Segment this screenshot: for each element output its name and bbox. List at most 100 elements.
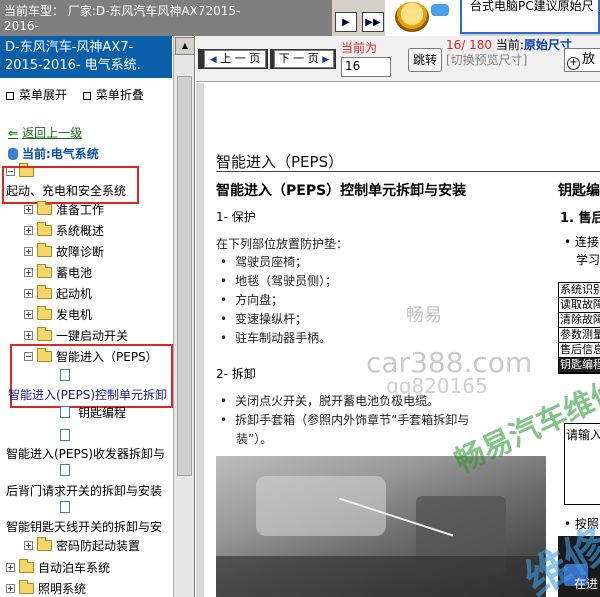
expand-menu-button[interactable]: 菜单展开 — [6, 88, 67, 102]
car-model-info: 当前车型： 厂家:D-东风汽车风神AX72015- 2016- — [0, 0, 332, 36]
bullet-item: 变速操纵杆； — [220, 310, 307, 327]
tree-item-immobilizer[interactable]: + 密码防起动装置 — [24, 536, 140, 554]
tree-item-label: 智能进入(PEPS)收发器拆卸与 — [6, 446, 166, 461]
tree-item-label: 发电机 — [56, 307, 93, 322]
viewer-toolbar: ◀ 上 一 页 下 一 页 ▶ 当前为 16 跳转 16/ 180 当前:原始尺… — [196, 36, 600, 82]
triangle-left-icon: ◀ — [209, 55, 217, 65]
next-page-button[interactable]: 下 一 页 ▶ — [274, 50, 334, 68]
tree-item-key-programming[interactable]: 钥匙编程 — [60, 403, 126, 421]
folder-icon — [37, 263, 52, 278]
tree-item-label: 一键启动开关 — [56, 328, 129, 343]
top-bar: 当前车型： 厂家:D-东风汽车风神AX72015- 2016- ▶ ▶▶ 台式电… — [0, 0, 600, 36]
menu-toggle-row: 菜单展开 菜单折叠 — [6, 86, 144, 103]
tree-doc-icon-row — [60, 498, 74, 516]
glovebox-photo — [216, 456, 546, 597]
tree-item-label: 起动机 — [56, 286, 93, 301]
mode-label: 当前: — [495, 38, 524, 52]
document-icon — [60, 464, 70, 476]
back-link-label: 返回上一级 — [22, 126, 83, 140]
plus-icon: + — [24, 309, 33, 319]
tree-item-label: 密码防起动装置 — [56, 538, 141, 553]
folder-icon — [37, 305, 52, 320]
title-divider — [216, 171, 600, 172]
zoom-plus-icon: + — [567, 57, 580, 70]
tree-item-peps-control-unit[interactable]: 智能进入(PEPS)控制单元拆卸 — [8, 385, 167, 403]
tree-item-label: 蓄电池 — [56, 265, 93, 280]
zoom-button[interactable]: + 放 — [564, 48, 600, 72]
hint-banner: 台式电脑PC建议原始尺 — [460, 0, 600, 34]
tree-item-label: 故障诊断 — [56, 244, 105, 259]
tree-doc-icon-row — [60, 461, 74, 479]
scroll-up-icon[interactable]: ▲ — [175, 37, 194, 55]
tree-doc-icon-row — [60, 366, 74, 384]
tree-item-starter[interactable]: + 起动机 — [24, 284, 92, 302]
table-row: 读取故障 — [559, 298, 600, 313]
switch-preview-link[interactable]: [切换预览尺寸] — [446, 53, 572, 68]
mascot-face-icon — [395, 2, 429, 32]
folder-icon — [37, 221, 52, 236]
plus-icon: + — [24, 330, 33, 340]
tree-item-antenna-switch[interactable]: 智能钥匙天线开关的拆卸与安 — [6, 517, 162, 535]
tree-item-diagnosis[interactable]: + 故障诊断 — [24, 242, 104, 260]
tree-item-start-switch[interactable]: + 一键启动开关 — [24, 326, 128, 344]
prev-page-button[interactable]: ◀ 上 一 页 — [204, 50, 266, 68]
prev-page-label: 上 一 页 — [220, 52, 261, 65]
document-icon — [60, 501, 70, 513]
section-removal: 2- 拆卸 — [216, 367, 256, 381]
tree-item-battery[interactable]: + 蓄电池 — [24, 263, 92, 281]
tree-item-overview[interactable]: + 系统概述 — [24, 221, 104, 239]
checkbox-square-icon — [6, 91, 14, 100]
folder-icon — [37, 536, 52, 551]
car-model-line1: 当前车型： 厂家:D-东风汽车风神AX72015- — [4, 4, 241, 18]
right-bullet-cont: 学习 — [576, 253, 600, 267]
bullet-item: 驻车制动器手柄。 — [220, 329, 331, 346]
bullet-continuation: 装”）。 — [236, 432, 273, 446]
sidebar-header: D-东风汽车-风神AX7- 2015-2016- 电气系统. — [0, 36, 172, 78]
folder-icon — [19, 558, 34, 573]
tree-item-tailgate-switch[interactable]: 后背门请求开关的拆卸与安装 — [6, 481, 162, 499]
triangle-right-icon: ▶ — [322, 55, 330, 65]
diagnostic-menu-table: 系统识别 读取故障 清除故障 参数测量 售后信息 钥匙编程 — [558, 282, 600, 374]
expand-menu-label: 菜单展开 — [19, 88, 68, 102]
jump-button[interactable]: 跳转 — [408, 48, 442, 72]
next-page-label: 下 一 页 — [278, 52, 319, 65]
tree-item-label: 智能钥匙天线开关的拆卸与安 — [6, 519, 163, 534]
watermark: qq820165 — [386, 374, 488, 398]
sidebar-header-line2: 2015-2016- 电气系统. — [5, 58, 141, 73]
document-icon — [60, 406, 70, 418]
highlight-box — [2, 166, 139, 204]
page-count: 16/ 180 — [446, 38, 493, 52]
tree-item-auto-parking[interactable]: + 自动泊车系统 — [6, 558, 110, 576]
plus-icon: + — [24, 288, 33, 298]
doc-heading: 智能进入（PEPS）控制单元拆卸与安装 — [216, 183, 467, 199]
fast-forward-icon[interactable]: ▶▶ — [362, 12, 384, 32]
play-right-icon[interactable]: ▶ — [335, 12, 357, 32]
document-view: 智能进入（PEPS） 智能进入（PEPS）控制单元拆卸与安装 钥匙编 1- 保护… — [196, 83, 600, 597]
bullet-item: 拆卸手套箱（参照内外饰章节“手套箱拆卸与 — [220, 411, 469, 428]
input-prompt-box: 请输入 — [564, 423, 600, 505]
page-number-input[interactable]: 16 — [341, 57, 391, 77]
tree-item-prep[interactable]: + 准备工作 — [24, 200, 104, 218]
tree-item-label: 后背门请求开关的拆卸与安装 — [6, 483, 163, 498]
section-protection: 1- 保护 — [216, 210, 256, 224]
tree-item-lighting[interactable]: + 照明系统 — [6, 579, 86, 597]
mascot-logo — [385, 0, 460, 36]
tree-item-generator[interactable]: + 发电机 — [24, 305, 92, 323]
collapse-menu-button[interactable]: 菜单折叠 — [82, 88, 144, 102]
plus-icon: + — [6, 562, 15, 572]
plus-icon: + — [24, 267, 33, 277]
right-bullet: • 连接 — [564, 235, 599, 249]
tree-item-peps-transceiver[interactable]: 智能进入(PEPS)收发器拆卸与 — [6, 444, 165, 462]
doc-title: 智能进入（PEPS） — [216, 153, 344, 171]
bullet-item: 驾驶员座椅； — [220, 253, 307, 270]
plus-icon: + — [24, 540, 33, 550]
folder-icon — [19, 579, 34, 594]
sidebar-scrollbar[interactable]: ▲ — [173, 36, 194, 597]
zoom-label: 放 — [582, 52, 596, 67]
scroll-thumb[interactable] — [177, 76, 192, 476]
database-icon — [8, 148, 18, 160]
bullet-item: 地毯（驾驶员侧）； — [220, 272, 337, 289]
plus-icon: + — [24, 246, 33, 256]
back-link[interactable]: ⇐ 返回上一级 — [8, 124, 82, 141]
checkbox-square-icon — [82, 91, 91, 100]
